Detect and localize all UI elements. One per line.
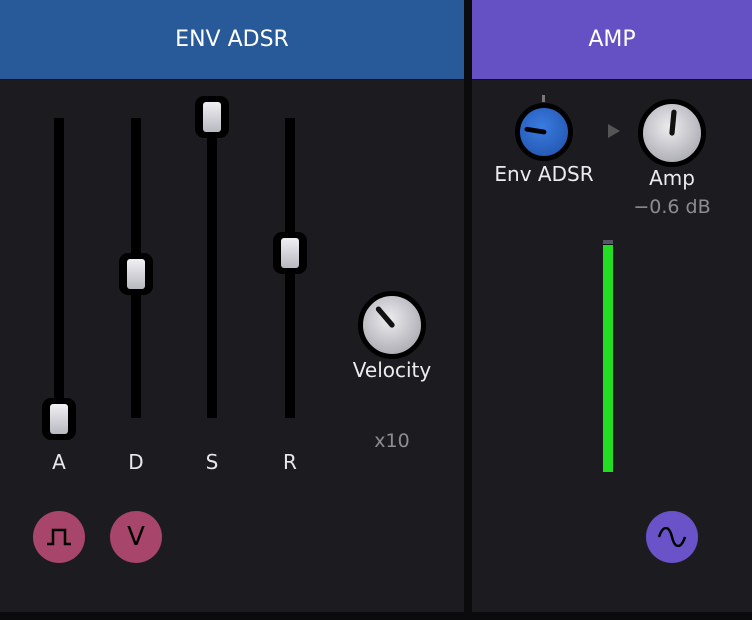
decay-slider[interactable] [116, 118, 156, 418]
decay-label: D [128, 450, 144, 474]
waveform-button[interactable] [646, 511, 698, 563]
attack-label: A [52, 450, 66, 474]
knob-indicator [669, 109, 677, 136]
env-adsr-knob[interactable] [515, 103, 573, 161]
sine-wave-icon [657, 527, 687, 547]
knob-indicator [375, 306, 395, 328]
arrow-right-icon [608, 124, 620, 138]
amp-knob[interactable] [638, 99, 706, 167]
release-slider[interactable] [270, 118, 310, 418]
release-label: R [283, 450, 297, 474]
velocity-multiplier: x10 [374, 430, 410, 452]
meter-peak-cap [603, 240, 613, 244]
slider-thumb[interactable] [195, 96, 229, 138]
attack-slider[interactable] [39, 118, 79, 440]
velocity-label: Velocity [352, 358, 432, 382]
env-adsr-header: ENV ADSR [0, 0, 464, 80]
slider-track [54, 118, 64, 418]
slider-track [207, 118, 217, 418]
amp-knob-label: Amp [649, 166, 695, 190]
env-adsr-knob-label: Env ADSR [494, 162, 594, 186]
slider-thumb[interactable] [119, 253, 153, 296]
env-adsr-panel: ENV ADSR A D S R Velocity x10 V [0, 0, 464, 612]
velocity-mode-button[interactable]: V [110, 511, 162, 563]
gate-mode-button[interactable] [33, 511, 85, 563]
square-pulse-icon [47, 528, 71, 546]
level-meter [603, 244, 613, 472]
slider-thumb[interactable] [42, 398, 76, 440]
velocity-knob[interactable] [358, 291, 426, 359]
sustain-slider[interactable] [192, 96, 232, 418]
slider-thumb[interactable] [273, 231, 307, 274]
knob-indicator [524, 126, 547, 135]
modulation-marker [542, 95, 545, 102]
amp-header: AMP [472, 0, 752, 80]
amp-db-readout: −0.6 dB [633, 196, 711, 218]
sustain-label: S [205, 450, 219, 474]
